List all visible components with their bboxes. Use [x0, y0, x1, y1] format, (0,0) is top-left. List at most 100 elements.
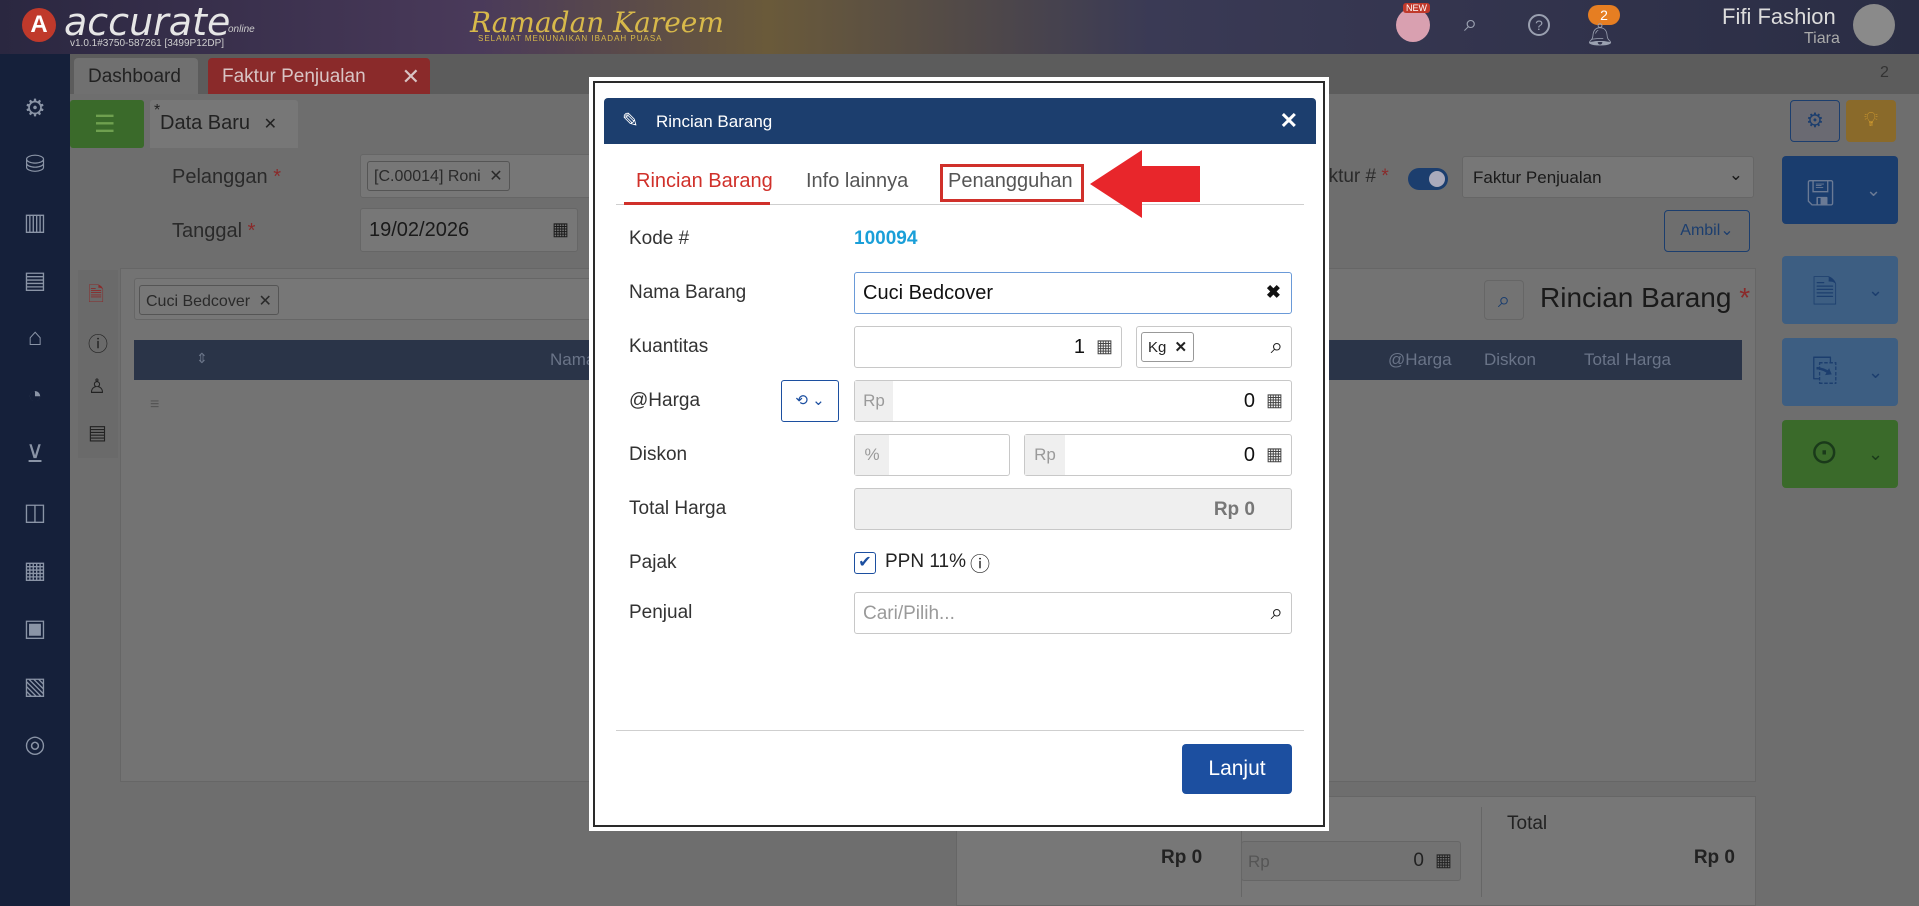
- tanggal-field[interactable]: 19/02/2026 ▦: [360, 208, 578, 252]
- report-icon[interactable]: ◎: [18, 730, 52, 764]
- side-tab-strip: 🗎︎ ⓘ ♙ ▤: [78, 270, 118, 458]
- tab-info-lainnya[interactable]: Info lainnya: [806, 170, 908, 193]
- cart-icon[interactable]: ⊻: [18, 440, 52, 474]
- inventory-icon[interactable]: ▦: [18, 556, 52, 590]
- document-button[interactable]: 🗎︎ ⌄: [1782, 256, 1898, 324]
- pelanggan-field[interactable]: [C.00014] Roni ✕: [360, 154, 610, 198]
- sales-icon[interactable]: ⛁: [18, 150, 52, 184]
- item-search-field[interactable]: Cuci Bedcover ✕: [134, 278, 594, 320]
- tax-icon[interactable]: ▧: [18, 672, 52, 706]
- menu-button[interactable]: ☰: [70, 100, 144, 148]
- tab-penangguhan[interactable]: Penangguhan: [948, 170, 1073, 193]
- close-icon[interactable]: ✕: [1280, 108, 1298, 134]
- tab-dashboard[interactable]: Dashboard: [74, 58, 198, 94]
- calculator-icon[interactable]: ▦: [1096, 336, 1113, 357]
- row-handle-icon[interactable]: ≡: [150, 396, 159, 414]
- diskon-amount-input[interactable]: Rp 0 ▦: [1024, 434, 1292, 476]
- percent-prefix: %: [855, 435, 889, 475]
- history-button[interactable]: ⟲ ⌄: [781, 380, 839, 422]
- rp-prefix: Rp: [1025, 435, 1065, 475]
- harga-prefix: Rp: [855, 381, 893, 421]
- column-header: Diskon: [1484, 350, 1536, 369]
- more-button[interactable]: ⊙ ⌄: [1782, 420, 1898, 488]
- save-icon: 🖫︎: [1806, 175, 1835, 213]
- info-icon[interactable]: ⓘ: [970, 548, 990, 577]
- company-icon[interactable]: ▥: [18, 208, 52, 242]
- harga-label: @Harga: [629, 390, 701, 411]
- purchase-icon[interactable]: ◫: [18, 498, 52, 532]
- diskon-value: 0: [1413, 850, 1424, 871]
- calculator-icon[interactable]: ▦: [1435, 850, 1452, 871]
- money-bag-icon[interactable]: ◔: [18, 382, 52, 416]
- info-icon[interactable]: ⓘ: [88, 328, 108, 357]
- avatar[interactable]: [1853, 4, 1895, 46]
- help-icon[interactable]: ?: [1528, 14, 1550, 36]
- ledger-icon[interactable]: ▤: [18, 266, 52, 300]
- new-badge: NEW: [1403, 3, 1430, 13]
- diskon-input[interactable]: Rp 0 ▦: [1241, 841, 1461, 881]
- tips-button[interactable]: 💡︎: [1846, 100, 1896, 142]
- factory-icon[interactable]: ▣: [18, 614, 52, 648]
- logo-sub: online: [228, 24, 255, 35]
- close-icon[interactable]: ✕: [489, 168, 502, 185]
- tab-rincian-barang[interactable]: Rincian Barang: [636, 170, 773, 193]
- ppn-checkbox[interactable]: ✔: [854, 552, 876, 574]
- tab-faktur-penjualan[interactable]: Faktur Penjualan ✕: [208, 58, 430, 94]
- faktur-type-select[interactable]: Faktur Penjualan ⌄: [1462, 156, 1754, 198]
- ambil-button[interactable]: Ambil⌄: [1664, 210, 1750, 252]
- subtab-data-baru[interactable]: * Data Baru ✕: [150, 100, 298, 148]
- tab-counter[interactable]: 2: [1880, 64, 1889, 82]
- lanjut-button[interactable]: Lanjut: [1182, 744, 1292, 794]
- logo-icon: A: [22, 8, 56, 42]
- total-harga-label: Total Harga: [629, 498, 727, 519]
- settings-button[interactable]: ⚙: [1790, 100, 1840, 142]
- close-icon[interactable]: ✕: [264, 116, 277, 133]
- total-value: Rp 0: [1693, 847, 1735, 868]
- user-sub: Tiara: [1804, 30, 1840, 47]
- close-icon[interactable]: ✕: [1175, 339, 1188, 356]
- save-button[interactable]: 🖫︎ ⌄: [1782, 156, 1898, 224]
- pajak-label: Pajak: [629, 552, 677, 573]
- search-icon[interactable]: ⌕: [1271, 599, 1283, 625]
- rincian-barang-dialog: ✎ Rincian Barang ✕ Rincian Barang Info l…: [604, 98, 1316, 812]
- more-icon: ⊙: [1810, 433, 1839, 471]
- cash-icon[interactable]: ▤: [88, 420, 107, 445]
- unit-field[interactable]: Kg ✕ ⌕: [1136, 326, 1292, 368]
- nama-barang-input[interactable]: Cuci Bedcover ✖: [854, 272, 1292, 314]
- calculator-icon[interactable]: ▦: [1266, 390, 1283, 411]
- attachment-button[interactable]: ⎘ ⌄: [1782, 338, 1898, 406]
- bell-icon[interactable]: 🔔︎: [1586, 22, 1614, 48]
- search-icon[interactable]: ⌕: [1484, 280, 1524, 320]
- harga-input[interactable]: Rp 0 ▦: [854, 380, 1292, 422]
- calculator-icon[interactable]: ▦: [1266, 444, 1283, 465]
- new-feature-icon[interactable]: [1396, 8, 1430, 42]
- item-chip: Cuci Bedcover ✕: [139, 285, 279, 315]
- faktur-toggle[interactable]: [1408, 168, 1448, 190]
- calendar-icon[interactable]: ▦: [552, 219, 569, 240]
- user-name[interactable]: Fifi Fashion: [1722, 4, 1836, 30]
- settings-icon[interactable]: ⚙: [18, 94, 52, 128]
- close-icon[interactable]: ✕: [402, 64, 420, 90]
- clear-icon[interactable]: ✖: [1266, 282, 1281, 303]
- chevron-down-icon: ⌄: [1868, 280, 1884, 300]
- bank-icon[interactable]: ⌂: [18, 324, 52, 358]
- kuantitas-value: 1: [1073, 336, 1085, 358]
- kuantitas-input[interactable]: 1 ▦: [854, 326, 1122, 368]
- version-text: v1.0.1#3750-587261 [3499P12DP]: [70, 38, 225, 49]
- tanggal-label: Tanggal *: [172, 220, 256, 242]
- diskon-percent-input[interactable]: %: [854, 434, 1010, 476]
- search-icon[interactable]: ⌕: [1464, 10, 1477, 38]
- penjual-input[interactable]: Cari/Pilih... ⌕: [854, 592, 1292, 634]
- document-icon[interactable]: 🗎︎: [88, 280, 104, 314]
- active-tab-indicator: [624, 202, 770, 205]
- kode-value[interactable]: 100094: [854, 228, 917, 250]
- sort-icon[interactable]: ⇕: [196, 350, 208, 367]
- chevron-down-icon: ⌄: [1868, 444, 1884, 464]
- top-bar: A accurate online v1.0.1#3750-587261 [34…: [0, 0, 1919, 54]
- person-icon[interactable]: ♙: [88, 374, 106, 399]
- tab-label: Faktur Penjualan: [222, 66, 366, 87]
- search-icon[interactable]: ⌕: [1271, 333, 1283, 359]
- diskon-label: Diskon: [629, 444, 688, 465]
- chevron-down-icon: ⌄: [1866, 180, 1882, 200]
- close-icon[interactable]: ✕: [259, 293, 272, 310]
